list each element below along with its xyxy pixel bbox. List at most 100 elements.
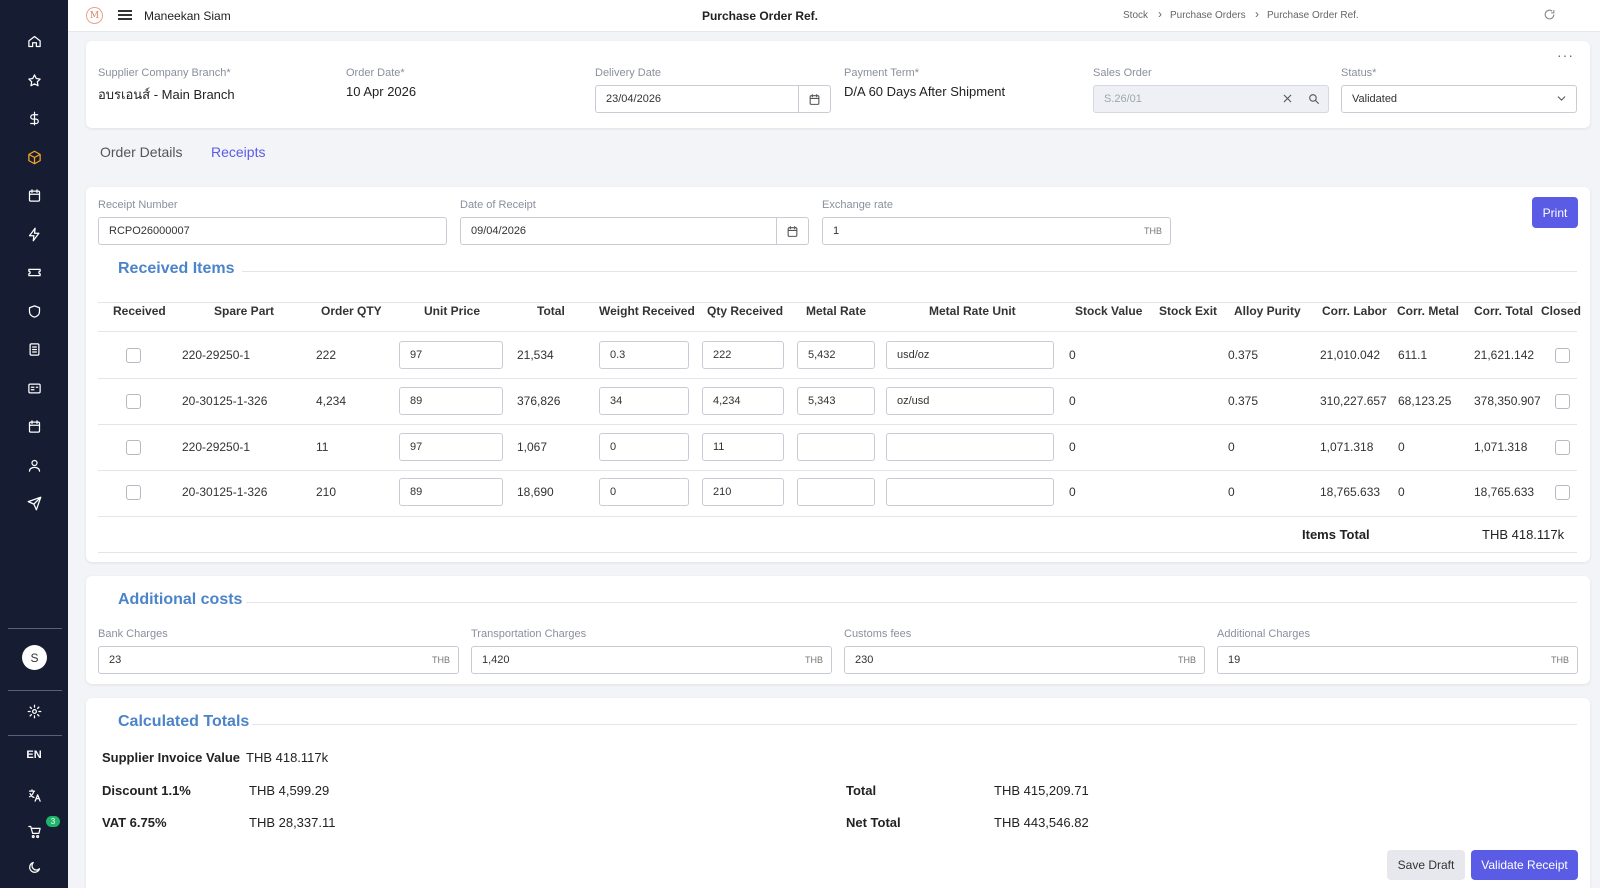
alloy-purity-cell: 0.375 (1228, 394, 1259, 408)
spare-part-cell: 20-30125-1-326 (182, 394, 268, 408)
unit-price-input[interactable]: 89 (399, 387, 503, 415)
row-divider (98, 470, 1577, 471)
metal-rate-unit-input[interactable] (886, 478, 1054, 506)
section-divider (252, 724, 1577, 725)
weight-received-input[interactable]: 34 (599, 387, 689, 415)
bank-charges-input[interactable]: 23 THB (98, 646, 459, 674)
qty-received-input[interactable]: 11 (702, 433, 784, 461)
customs-fees-input[interactable]: 230 THB (844, 646, 1205, 674)
sales-order-input[interactable]: S.26/01 (1093, 85, 1329, 113)
order-date-value: 10 Apr 2026 (346, 84, 417, 99)
metal-rate-input[interactable] (797, 478, 875, 506)
avatar[interactable]: S (22, 645, 47, 670)
received-checkbox[interactable] (126, 485, 141, 500)
cart-icon[interactable] (22, 819, 46, 843)
metal-rate-unit-input[interactable]: usd/oz (886, 341, 1054, 369)
shield-icon[interactable] (22, 299, 46, 323)
col-unit-price: Unit Price (424, 304, 481, 318)
receipt-number-input[interactable]: RCPO26000007 (98, 217, 447, 245)
send-icon[interactable] (22, 491, 46, 515)
document-icon[interactable] (22, 337, 46, 361)
tab-receipts[interactable]: Receipts (211, 144, 265, 160)
status-select[interactable]: Validated (1341, 85, 1577, 113)
search-icon[interactable] (1307, 92, 1320, 108)
weight-received-input[interactable]: 0 (599, 478, 689, 506)
vat-label: VAT 6.75% (102, 815, 167, 830)
transportation-charges-input[interactable]: 1,420 THB (471, 646, 832, 674)
unit-price-input[interactable]: 97 (399, 341, 503, 369)
calendar-icon[interactable] (776, 218, 808, 244)
spare-part-cell: 20-30125-1-326 (182, 485, 268, 499)
star-icon[interactable] (22, 68, 46, 92)
col-metal-rate-unit: Metal Rate Unit (929, 304, 1016, 318)
tab-order-details[interactable]: Order Details (100, 144, 182, 160)
customs-fees-value: 230 (855, 654, 874, 666)
refresh-icon[interactable] (1543, 8, 1556, 24)
breadcrumb-stock[interactable]: Stock (1123, 10, 1148, 21)
menu-icon[interactable] (118, 8, 132, 22)
closed-checkbox[interactable] (1555, 485, 1570, 500)
received-items-title: Received Items (118, 260, 235, 277)
translate-icon[interactable] (22, 783, 46, 807)
unit-price-input[interactable]: 89 (399, 478, 503, 506)
qty-received-input[interactable]: 4,234 (702, 387, 784, 415)
calendar-icon[interactable] (798, 86, 830, 112)
exchange-rate-input[interactable]: 1 THB (822, 217, 1171, 245)
metal-rate-input[interactable] (797, 433, 875, 461)
metal-rate-unit-input[interactable] (886, 433, 1054, 461)
qty-received-input[interactable]: 210 (702, 478, 784, 506)
sales-order-value: S.26/01 (1104, 93, 1142, 105)
table-top-border (98, 302, 1577, 303)
chevron-right-icon: › (1158, 7, 1162, 21)
home-icon[interactable] (22, 29, 46, 53)
closed-checkbox[interactable] (1555, 348, 1570, 363)
moon-icon[interactable] (22, 855, 46, 879)
discount-value: THB 4,599.29 (249, 783, 330, 798)
metal-rate-input[interactable]: 5,343 (797, 387, 875, 415)
id-card-icon[interactable] (22, 376, 46, 400)
transportation-charges-label: Transportation Charges (471, 628, 587, 640)
box-icon[interactable] (22, 145, 46, 169)
print-button[interactable]: Print (1532, 197, 1578, 228)
closed-checkbox[interactable] (1555, 440, 1570, 455)
receipt-date-input[interactable]: 09/04/2026 (460, 217, 809, 245)
col-stock-value: Stock Value (1075, 304, 1143, 318)
row-divider (98, 424, 1577, 425)
user-icon[interactable] (22, 453, 46, 477)
bank-charges-label: Bank Charges (98, 628, 168, 640)
received-checkbox[interactable] (126, 440, 141, 455)
qty-received-input[interactable]: 222 (702, 341, 784, 369)
col-order-qty: Order QTY (321, 304, 382, 318)
weight-received-input[interactable]: 0.3 (599, 341, 689, 369)
language-switch[interactable]: EN (0, 749, 68, 761)
additional-charges-input[interactable]: 19 THB (1217, 646, 1578, 674)
weight-received-input[interactable]: 0 (599, 433, 689, 461)
delivery-date-label: Delivery Date (595, 67, 662, 79)
delivery-date-input[interactable]: 23/04/2026 (595, 85, 831, 113)
metal-rate-unit-input[interactable]: oz/usd (886, 387, 1054, 415)
corr-metal-cell: 68,123.25 (1398, 394, 1452, 408)
unit-price-input[interactable]: 97 (399, 433, 503, 461)
col-qty-received: Qty Received (707, 304, 784, 318)
header-divider (98, 331, 1577, 332)
corr-metal-cell: 0 (1398, 485, 1405, 499)
ticket-icon[interactable] (22, 260, 46, 284)
col-corr-total: Corr. Total (1474, 304, 1534, 318)
bolt-icon[interactable] (22, 222, 46, 246)
validate-receipt-button[interactable]: Validate Receipt (1471, 850, 1578, 880)
save-draft-button[interactable]: Save Draft (1387, 850, 1465, 880)
more-options-icon[interactable]: ··· (1557, 47, 1574, 63)
breadcrumb-purchase-orders[interactable]: Purchase Orders (1170, 10, 1246, 21)
order-qty-cell: 11 (316, 440, 329, 454)
col-spare-part: Spare Part (214, 304, 275, 318)
closed-checkbox[interactable] (1555, 394, 1570, 409)
close-icon[interactable] (1281, 92, 1294, 108)
dollar-icon[interactable] (22, 106, 46, 130)
exchange-rate-label: Exchange rate (822, 199, 893, 211)
received-checkbox[interactable] (126, 394, 141, 409)
received-checkbox[interactable] (126, 348, 141, 363)
metal-rate-input[interactable]: 5,432 (797, 341, 875, 369)
calendar-icon[interactable] (22, 414, 46, 438)
calendar-icon[interactable] (22, 183, 46, 207)
gear-icon[interactable] (22, 699, 46, 723)
